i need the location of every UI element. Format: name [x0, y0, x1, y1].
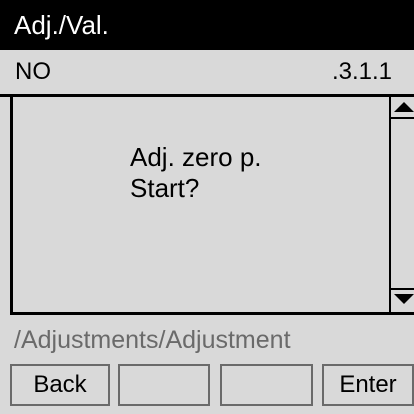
scroll-up-icon[interactable] — [394, 102, 414, 112]
prompt-line-2: Start? — [130, 173, 200, 203]
softkey-3-button[interactable] — [220, 364, 313, 406]
prompt-message: Adj. zero p. Start? — [130, 142, 262, 204]
scroll-down-icon[interactable] — [394, 294, 414, 304]
scroll-track-top — [391, 117, 414, 119]
enter-button[interactable]: Enter — [322, 364, 414, 406]
menu-index: .3.1.1 — [331, 58, 392, 85]
back-button[interactable]: Back — [10, 364, 110, 406]
softkey-2-button[interactable] — [118, 364, 210, 406]
info-bar: NO .3.1.1 — [0, 50, 414, 94]
message-panel: Adj. zero p. Start? — [10, 97, 414, 315]
menu-path: /Adjustments/Adjustment — [14, 326, 291, 354]
scrollbar[interactable] — [389, 97, 414, 312]
screen-title: Adj./Val. — [0, 0, 414, 50]
scroll-track-bottom — [391, 288, 414, 290]
component-label: NO — [15, 58, 51, 85]
prompt-line-1: Adj. zero p. — [130, 142, 262, 172]
